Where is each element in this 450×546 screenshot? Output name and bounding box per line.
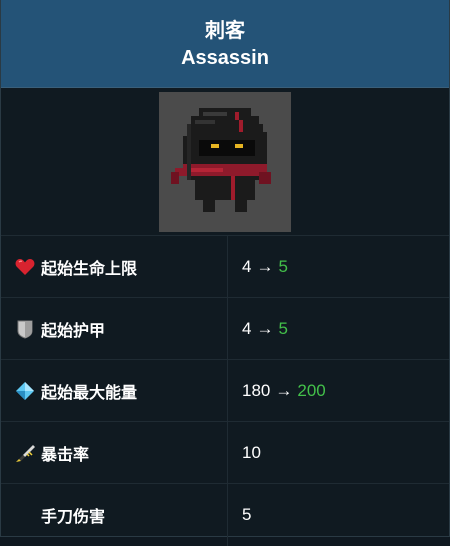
heart-icon [15,257,35,277]
assassin-sprite-icon [171,107,271,212]
energy-crystal-icon [15,381,35,401]
arrow-icon: → [275,380,293,400]
stat-label-cell: 起始最大能量 [1,360,228,421]
stat-base-value: 4 [242,318,252,338]
stat-row-max-hp: 起始生命上限 4 → 5 [1,236,449,298]
stat-value-cell: 4 → 5 [228,257,449,277]
portrait-row [1,88,449,236]
stat-value-cell: 180 → 200 [228,381,449,401]
arrow-icon: → [256,256,274,276]
stat-base-value: 5 [242,505,252,524]
character-name-en: Assassin [181,46,269,69]
character-card: 刺客 Assassin 起始生命上限 4 → 5 起始护甲 4 → 5 起始最大… [0,0,450,546]
stat-upgraded-value: 5 [278,318,288,338]
stat-base-value: 4 [242,256,252,276]
stat-upgraded-value: 5 [278,256,288,276]
stat-label: 起始生命上限 [41,258,138,278]
stat-label: 暴击率 [41,444,90,464]
stat-label: 手刀伤害 [41,507,106,526]
stat-base-value: 10 [242,442,261,462]
stat-label-cell: 暴击率 [1,422,228,483]
stat-base-value: 180 [242,380,271,400]
character-name-cn: 刺客 [205,17,245,42]
arrow-icon: → [256,318,274,338]
stat-value-cell: 10 [228,443,449,463]
stat-label: 起始最大能量 [41,382,138,402]
stat-label-cell: 起始生命上限 [1,236,228,297]
crit-dagger-icon [15,443,35,463]
stat-label: 起始护甲 [41,320,106,340]
stat-row-energy: 起始最大能量 180 → 200 [1,360,449,422]
card-header: 刺客 Assassin [1,0,449,88]
stat-row-armor: 起始护甲 4 → 5 [1,298,449,360]
empty-icon-slot [15,505,35,525]
stat-value-cell: 4 → 5 [228,319,449,339]
shield-icon [15,319,35,339]
character-portrait [159,91,291,232]
stat-row-crit: 暴击率 10 [1,422,449,484]
stat-label-cell: 起始护甲 [1,298,228,359]
stat-upgraded-value: 200 [297,380,326,400]
stat-value-cell: 5 [228,505,449,525]
